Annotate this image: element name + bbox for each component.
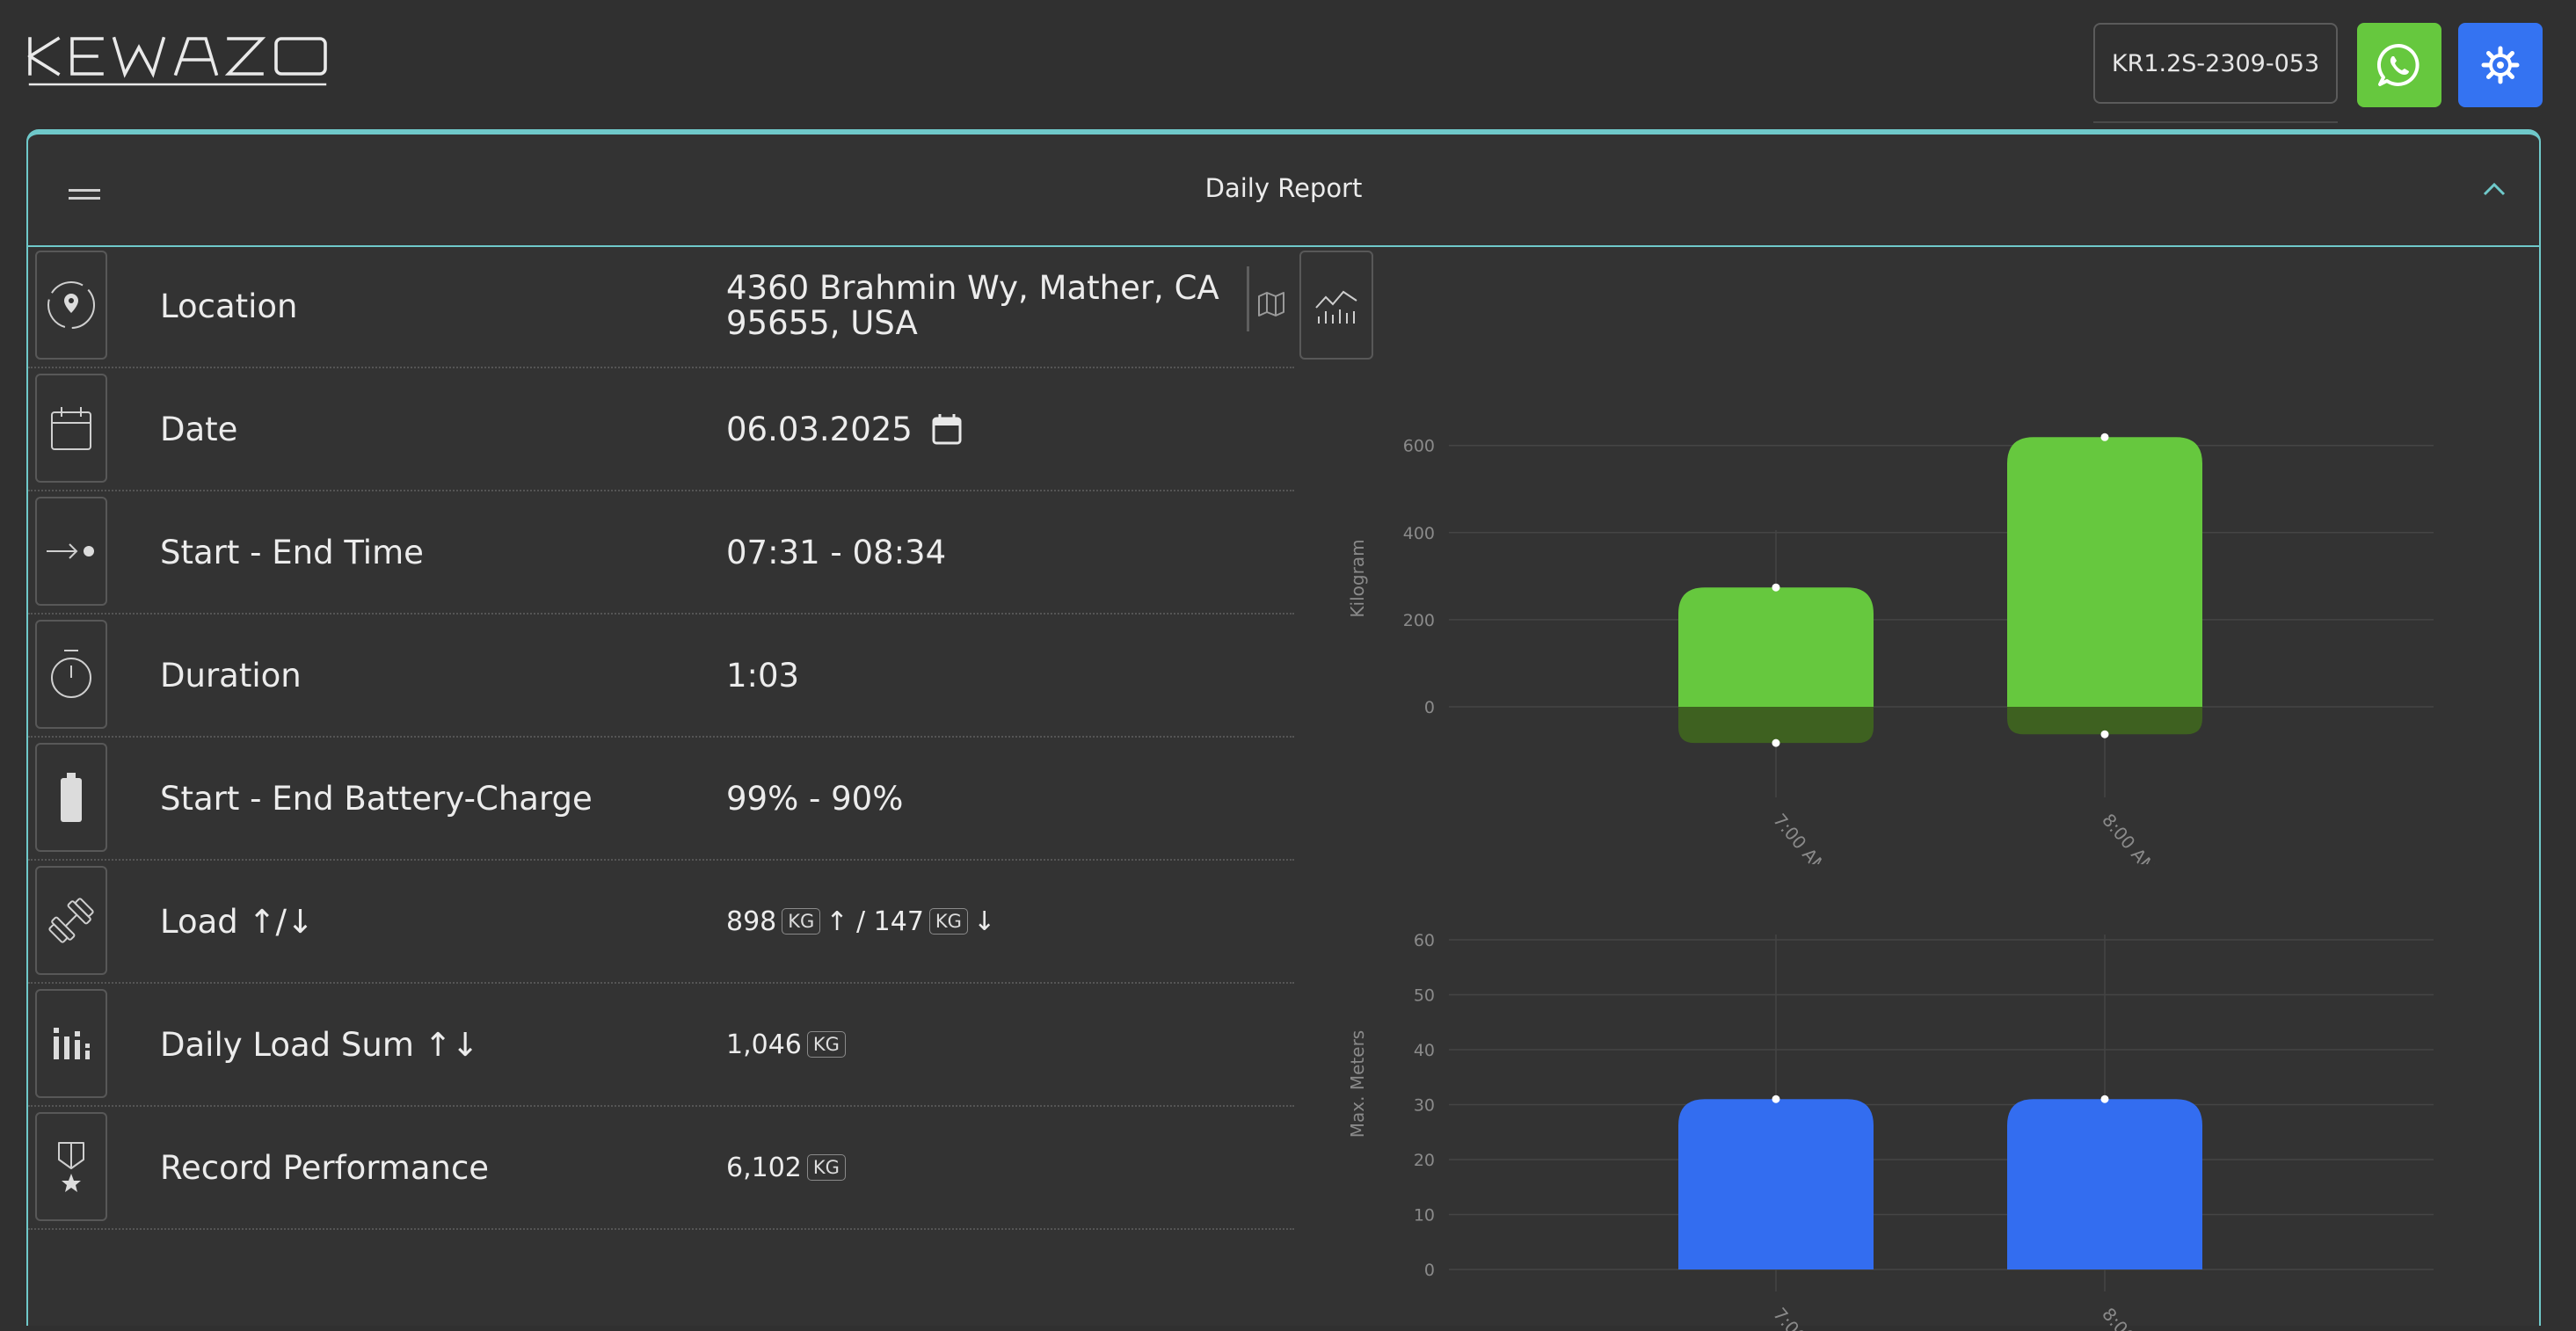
chevron-up-icon[interactable] bbox=[2483, 182, 2506, 196]
y-tick-label: 60 bbox=[1414, 931, 1435, 950]
location-pin-icon bbox=[47, 281, 95, 329]
row-daily-load-sum: Daily Load Sum ↑↓ 1,046 KG bbox=[28, 984, 1294, 1107]
daily-load-sum-value: 1,046 KG bbox=[726, 984, 851, 1105]
x-tick-label: 7:00 AM bbox=[1769, 810, 1831, 864]
bar[interactable] bbox=[1678, 587, 1874, 707]
date-value[interactable]: 06.03.2025 bbox=[726, 411, 913, 448]
gear-icon bbox=[2481, 46, 2520, 84]
date-field[interactable]: 06.03.2025 bbox=[726, 368, 962, 490]
row-duration: Duration 1:03 bbox=[28, 615, 1294, 738]
bars-icon bbox=[54, 1028, 90, 1059]
y-tick-label: 30 bbox=[1414, 1096, 1435, 1116]
bar-point bbox=[2100, 433, 2109, 441]
bar-point bbox=[2100, 730, 2109, 738]
bar-point bbox=[1772, 1095, 1780, 1103]
y-tick-label: 600 bbox=[1403, 437, 1435, 456]
battery-icon bbox=[61, 773, 82, 822]
load-value: 898 KG ↑ / 147 KG ↓ bbox=[726, 861, 995, 982]
battery-label: Start - End Battery-Charge bbox=[160, 779, 593, 818]
map-icon[interactable] bbox=[1257, 291, 1285, 317]
y-tick-label: 0 bbox=[1424, 1261, 1435, 1280]
record-icon-box bbox=[35, 1112, 107, 1221]
map-separator bbox=[1247, 266, 1249, 331]
calendar-icon bbox=[51, 407, 91, 450]
x-tick-label: 7:00 AM bbox=[1769, 1304, 1831, 1331]
daily-report-header[interactable]: Daily Report bbox=[28, 135, 2539, 247]
load-up-value: 898 bbox=[726, 906, 777, 937]
row-date: Date 06.03.2025 bbox=[28, 368, 1294, 491]
bar-point bbox=[1772, 738, 1780, 747]
battery-value: 99% - 90% bbox=[726, 779, 904, 818]
x-tick-label: 8:00 AM bbox=[2098, 810, 2160, 864]
arrow-down-icon: ↓ bbox=[972, 906, 996, 937]
x-tick-label: 8:00 AM bbox=[2098, 1304, 2160, 1331]
load-sum-icon-box bbox=[35, 989, 107, 1098]
bar-point bbox=[1772, 583, 1780, 592]
dumbbell-icon bbox=[48, 898, 94, 943]
daily-report-panel: Daily Report Location 4360 Brahmin Wy, M… bbox=[26, 129, 2541, 1331]
stopwatch-icon bbox=[51, 650, 91, 698]
date-icon-box bbox=[35, 374, 107, 483]
record-performance-unit: KG bbox=[806, 1154, 846, 1181]
daily-load-sum-label: Daily Load Sum ↑↓ bbox=[160, 1025, 479, 1064]
location-label: Location bbox=[160, 287, 298, 325]
load-label: Load ↑/↓ bbox=[160, 902, 314, 941]
start-end-time-label: Start - End Time bbox=[160, 533, 424, 571]
y-tick-label: 40 bbox=[1414, 1041, 1435, 1060]
chart-toggle-button[interactable] bbox=[1299, 251, 1373, 360]
location-icon-box bbox=[35, 251, 107, 360]
load-down-unit: KG bbox=[928, 908, 968, 935]
time-icon-box bbox=[35, 497, 107, 606]
location-value: 4360 Brahmin Wy, Mather, CA 95655, USA bbox=[726, 269, 1219, 342]
whatsapp-icon bbox=[2376, 43, 2420, 86]
settings-button[interactable] bbox=[2458, 23, 2543, 107]
bar[interactable] bbox=[2007, 437, 2202, 707]
row-location: Location 4360 Brahmin Wy, Mather, CA 956… bbox=[28, 245, 1294, 368]
load-down-value: 147 bbox=[873, 906, 924, 937]
row-battery: Start - End Battery-Charge 99% - 90% bbox=[28, 738, 1294, 861]
y-tick-label: 20 bbox=[1414, 1151, 1435, 1170]
device-selector-underline bbox=[2093, 121, 2338, 123]
bar[interactable] bbox=[1678, 707, 1874, 744]
arrow-to-dot-icon bbox=[47, 543, 94, 559]
y-tick-label: 200 bbox=[1403, 611, 1435, 630]
device-selector-button[interactable]: KR1.2S-2309-053 bbox=[2093, 23, 2338, 104]
kilogram-axis-label: Kilogram bbox=[1347, 539, 1368, 617]
load-up-unit: KG bbox=[782, 908, 821, 935]
y-tick-label: 400 bbox=[1403, 524, 1435, 543]
panel-title: Daily Report bbox=[1204, 173, 1363, 203]
calendar-picker-icon[interactable] bbox=[932, 413, 962, 445]
record-performance-label: Record Performance bbox=[160, 1148, 490, 1187]
duration-value: 1:03 bbox=[726, 656, 800, 695]
y-tick-label: 50 bbox=[1414, 986, 1435, 1006]
y-tick-label: 10 bbox=[1414, 1206, 1435, 1226]
row-record-performance: Record Performance 6,102 KG bbox=[28, 1107, 1294, 1230]
whatsapp-button[interactable] bbox=[2357, 23, 2441, 107]
bar[interactable] bbox=[2007, 1099, 2202, 1269]
load-icon-box bbox=[35, 866, 107, 975]
daily-load-sum-unit: KG bbox=[806, 1031, 846, 1058]
max-meters-axis-label: Max. Meters bbox=[1347, 1030, 1368, 1138]
kewazo-logo bbox=[27, 36, 327, 86]
battery-icon-box bbox=[35, 743, 107, 852]
start-end-time-value: 07:31 - 08:34 bbox=[726, 533, 947, 571]
load-separator: / bbox=[848, 906, 874, 937]
row-load: Load ↑/↓ 898 KG ↑ / 147 KG ↓ bbox=[28, 861, 1294, 984]
line-chart-icon bbox=[1315, 290, 1357, 324]
max-meters-chart: Max. Meters 0 10 20 30 40 50 60 7:00 AM 8:00 AM bbox=[1347, 931, 2434, 1331]
record-performance-number: 6,102 bbox=[726, 1152, 802, 1183]
medal-icon bbox=[58, 1142, 84, 1192]
date-label: Date bbox=[160, 410, 238, 448]
bar[interactable] bbox=[2007, 707, 2202, 735]
bar-point bbox=[2100, 1095, 2109, 1103]
y-tick-label: 0 bbox=[1424, 698, 1435, 717]
duration-icon-box bbox=[35, 620, 107, 729]
load-kilogram-chart: Kilogram 0 200 400 600 7:00 AM 8:00 AM bbox=[1347, 433, 2434, 864]
arrow-up-icon: ↑ bbox=[826, 906, 848, 937]
bar[interactable] bbox=[1678, 1099, 1874, 1269]
duration-label: Duration bbox=[160, 656, 302, 695]
record-performance-value: 6,102 KG bbox=[726, 1107, 851, 1228]
row-start-end-time: Start - End Time 07:31 - 08:34 bbox=[28, 491, 1294, 615]
daily-load-sum-number: 1,046 bbox=[726, 1029, 802, 1060]
